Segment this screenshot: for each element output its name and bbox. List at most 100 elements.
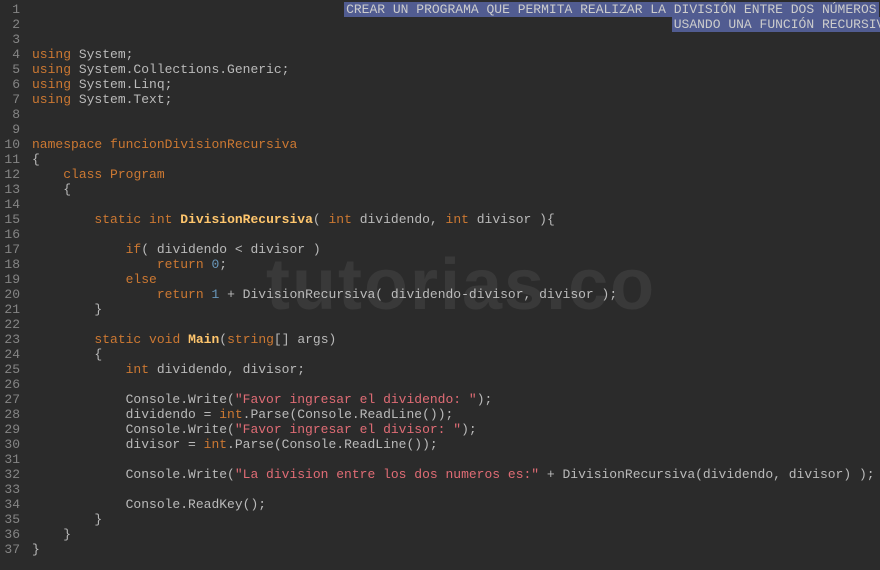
token-inttype: int	[204, 437, 227, 452]
line-number: 13	[4, 182, 20, 197]
code-line[interactable]: else	[28, 272, 880, 287]
code-line[interactable]	[28, 197, 880, 212]
line-number: 33	[4, 482, 20, 497]
code-line[interactable]: class Program	[28, 167, 880, 182]
token-punct: System.Collections.Generic;	[71, 62, 289, 77]
token-str: "Favor ingresar el divisor: "	[235, 422, 461, 437]
token-clsname: Program	[110, 167, 165, 182]
code-line[interactable]: using System;	[28, 47, 880, 62]
token-punct: }	[94, 302, 102, 317]
token-inttype: int	[126, 362, 149, 377]
line-number-gutter: 1234567891011121314151617181920212223242…	[0, 0, 28, 570]
code-area[interactable]: CREAR UN PROGRAMA QUE PERMITA REALIZAR L…	[28, 0, 880, 570]
code-line[interactable]: {	[28, 347, 880, 362]
line-number: 24	[4, 347, 20, 362]
line-number: 29	[4, 422, 20, 437]
line-number: 12	[4, 167, 20, 182]
code-line[interactable]: if( dividendo < divisor )	[28, 242, 880, 257]
token-kw: using	[32, 92, 71, 107]
code-line[interactable]	[28, 317, 880, 332]
line-number: 32	[4, 467, 20, 482]
code-line[interactable]: Console.Write("La division entre los dos…	[28, 467, 880, 482]
code-line[interactable]: divisor = int.Parse(Console.ReadLine());	[28, 437, 880, 452]
code-line[interactable]: Console.Write("Favor ingresar el dividen…	[28, 392, 880, 407]
line-number: 14	[4, 197, 20, 212]
code-line[interactable]: using System.Linq;	[28, 77, 880, 92]
token-punct: dividendo,	[352, 212, 446, 227]
code-line[interactable]: {	[28, 152, 880, 167]
code-line[interactable]: return 0;	[28, 257, 880, 272]
code-line[interactable]: CREAR UN PROGRAMA QUE PERMITA REALIZAR L…	[28, 2, 880, 17]
code-editor[interactable]: 1234567891011121314151617181920212223242…	[0, 0, 880, 570]
token-punct: }	[63, 527, 71, 542]
code-line[interactable]	[28, 227, 880, 242]
line-number: 11	[4, 152, 20, 167]
line-number: 31	[4, 452, 20, 467]
token-str: "Favor ingresar el dividendo: "	[235, 392, 477, 407]
code-line[interactable]: }	[28, 512, 880, 527]
line-number: 5	[4, 62, 20, 77]
token-punct: ;	[219, 257, 227, 272]
token-punct: .Parse(Console.ReadLine());	[243, 407, 454, 422]
token-fn: DivisionRecursiva	[180, 212, 313, 227]
token-punct: dividendo, divisor;	[149, 362, 305, 377]
line-number: 7	[4, 92, 20, 107]
code-line[interactable]	[28, 482, 880, 497]
token-punct: Console.Write(	[126, 467, 235, 482]
code-line[interactable]: Console.ReadKey();	[28, 497, 880, 512]
line-number: 22	[4, 317, 20, 332]
token-kw: static	[94, 212, 141, 227]
code-line[interactable]: Console.Write("Favor ingresar el divisor…	[28, 422, 880, 437]
token-punct: );	[461, 422, 477, 437]
code-line[interactable]: dividendo = int.Parse(Console.ReadLine()…	[28, 407, 880, 422]
token-punct: {	[32, 152, 40, 167]
token-inttype: int	[149, 212, 172, 227]
line-number: 9	[4, 122, 20, 137]
line-number: 37	[4, 542, 20, 557]
code-line[interactable]	[28, 122, 880, 137]
line-number: 35	[4, 512, 20, 527]
token-punct: Console.Write(	[126, 422, 235, 437]
code-line[interactable]	[28, 377, 880, 392]
token-kw: return	[157, 287, 204, 302]
code-line[interactable]	[28, 452, 880, 467]
token-kw: namespace	[32, 137, 102, 152]
line-number: 4	[4, 47, 20, 62]
code-line[interactable]: namespace funcionDivisionRecursiva	[28, 137, 880, 152]
token-punct	[141, 212, 149, 227]
code-line[interactable]: USANDO UNA FUNCIÓN RECURSIVA	[28, 17, 880, 32]
token-punct	[102, 137, 110, 152]
code-line[interactable]: }	[28, 542, 880, 557]
token-punct: divisor ){	[469, 212, 555, 227]
token-punct: );	[477, 392, 493, 407]
code-line[interactable]: using System.Text;	[28, 92, 880, 107]
token-fn: Main	[188, 332, 219, 347]
token-inttype: int	[329, 212, 352, 227]
code-line[interactable]: }	[28, 302, 880, 317]
token-inttype: int	[446, 212, 469, 227]
code-line[interactable]	[28, 107, 880, 122]
token-punct: System.Text;	[71, 92, 172, 107]
code-line[interactable]	[28, 32, 880, 47]
code-line[interactable]: static void Main(string[] args)	[28, 332, 880, 347]
code-line[interactable]: return 1 + DivisionRecursiva( dividendo-…	[28, 287, 880, 302]
token-punct	[102, 167, 110, 182]
line-number: 1	[4, 2, 20, 17]
token-kw: using	[32, 77, 71, 92]
code-line[interactable]: {	[28, 182, 880, 197]
code-line[interactable]: using System.Collections.Generic;	[28, 62, 880, 77]
line-number: 8	[4, 107, 20, 122]
token-kw: return	[157, 257, 204, 272]
token-kw: class	[63, 167, 102, 182]
token-punct: {	[63, 182, 71, 197]
line-number: 3	[4, 32, 20, 47]
token-kw: static	[94, 332, 141, 347]
token-punct: }	[32, 542, 40, 557]
code-line[interactable]: }	[28, 527, 880, 542]
line-number: 6	[4, 77, 20, 92]
line-number: 30	[4, 437, 20, 452]
line-number: 17	[4, 242, 20, 257]
token-kw: using	[32, 47, 71, 62]
code-line[interactable]: static int DivisionRecursiva( int divide…	[28, 212, 880, 227]
code-line[interactable]: int dividendo, divisor;	[28, 362, 880, 377]
